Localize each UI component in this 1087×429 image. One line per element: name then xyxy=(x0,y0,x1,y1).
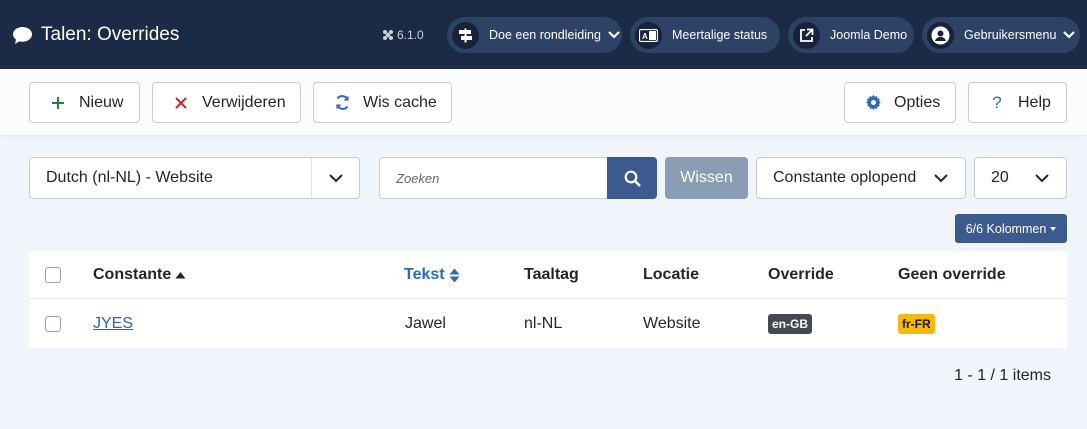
sync-icon xyxy=(332,94,352,111)
columns-toggle-button[interactable]: 6/6 Kolommen xyxy=(955,214,1067,243)
clear-cache-label: Wis cache xyxy=(363,93,437,111)
override-badge: en-GB xyxy=(768,314,812,334)
select-all-checkbox[interactable] xyxy=(45,267,61,283)
constant-cell: JYES xyxy=(93,300,133,348)
th-no-override: Geen override xyxy=(898,266,1006,283)
options-label: Opties xyxy=(894,93,941,111)
search-button[interactable] xyxy=(607,157,657,199)
svg-text:A: A xyxy=(642,32,648,41)
table-header-row: Constante Tekst Taaltag Locatie Override… xyxy=(29,251,1067,299)
override-cell: en-GB xyxy=(768,300,812,348)
sort-asc-icon xyxy=(175,272,186,279)
th-text-label: Tekst xyxy=(404,266,445,283)
clear-cache-button[interactable]: Wis cache xyxy=(313,82,452,123)
gear-icon xyxy=(863,94,883,111)
row-checkbox[interactable] xyxy=(45,316,61,332)
version-text: 6.1.0 xyxy=(397,28,424,42)
user-menu-label: Gebruikersmenu xyxy=(964,28,1057,42)
ordering-select[interactable]: Constante oplopend xyxy=(756,157,966,199)
language-icon: A xyxy=(635,21,662,49)
search-field[interactable] xyxy=(379,157,608,199)
help-button[interactable]: ? Help xyxy=(968,82,1067,123)
page-title-text: Talen: Overrides xyxy=(41,24,180,45)
page-title: Talen: Overrides xyxy=(12,22,179,48)
langtag-cell: nl-NL xyxy=(524,315,563,332)
multilingual-status-label: Meertalige status xyxy=(672,28,768,42)
times-icon xyxy=(171,96,191,109)
chevron-down-icon xyxy=(1063,31,1076,39)
th-constant-label: Constante xyxy=(93,266,172,283)
chevron-down-icon xyxy=(1018,158,1066,198)
list-limit-select[interactable]: 20 xyxy=(974,157,1067,199)
help-label: Help xyxy=(1018,93,1051,111)
site-preview-label: Joomla Demo xyxy=(830,28,908,42)
header-bar: Talen: Overrides 6.1.0 Doe een rondleidi… xyxy=(0,0,1087,69)
no-override-badge: fr-FR xyxy=(898,314,935,334)
guided-tour-label: Doe een rondleiding xyxy=(489,28,601,42)
th-override: Override xyxy=(768,266,834,283)
multilingual-status-button[interactable]: A Meertalige status xyxy=(630,17,780,53)
chevron-down-icon xyxy=(917,158,965,198)
table-row: JYES Jawel nl-NL Website en-GB fr-FR xyxy=(29,300,1067,348)
search-icon xyxy=(624,170,641,187)
overrides-table: Constante Tekst Taaltag Locatie Override… xyxy=(29,251,1067,348)
user-menu-button[interactable]: Gebruikersmenu xyxy=(922,17,1080,53)
joomla-logo-icon xyxy=(383,30,393,40)
clear-filters-button[interactable]: Wissen xyxy=(665,157,748,199)
delete-button-label: Verwijderen xyxy=(202,93,286,111)
th-langtag: Taaltag xyxy=(524,266,579,283)
comment-icon xyxy=(13,26,32,44)
th-text[interactable]: Tekst xyxy=(404,251,460,299)
options-button[interactable]: Opties xyxy=(844,82,956,123)
toolbar: Nieuw Verwijderen Wis cache Opties ? Hel… xyxy=(0,69,1087,135)
delete-button[interactable]: Verwijderen xyxy=(152,82,301,123)
location-cell: Website xyxy=(643,315,701,332)
external-link-icon xyxy=(793,21,820,49)
text-cell: Jawel xyxy=(405,315,446,332)
th-constant[interactable]: Constante xyxy=(93,251,186,299)
language-client-select[interactable]: Dutch (nl-NL) - Website xyxy=(29,157,360,199)
language-client-value: Dutch (nl-NL) - Website xyxy=(46,169,213,186)
chevron-down-icon xyxy=(311,158,359,198)
new-button-label: Nieuw xyxy=(79,93,124,111)
site-preview-button[interactable]: Joomla Demo xyxy=(788,17,914,53)
plus-icon xyxy=(48,96,68,110)
th-location: Locatie xyxy=(643,266,700,283)
caret-down-icon xyxy=(1050,226,1057,231)
version-info: 6.1.0 xyxy=(382,26,424,44)
list-limit-value: 20 xyxy=(991,169,1009,186)
guided-tour-button[interactable]: Doe een rondleiding xyxy=(447,17,622,53)
new-button[interactable]: Nieuw xyxy=(29,82,140,123)
no-override-cell: fr-FR xyxy=(898,300,935,348)
signpost-icon xyxy=(452,21,479,49)
sort-icon xyxy=(449,268,460,282)
chevron-down-icon xyxy=(608,31,620,39)
pagination-summary: 1 - 1 / 1 items xyxy=(954,367,1051,384)
search-input[interactable] xyxy=(396,170,608,186)
constant-link[interactable]: JYES xyxy=(93,315,133,333)
user-circle-icon xyxy=(927,21,954,49)
question-icon: ? xyxy=(992,92,1002,112)
row-select-cell xyxy=(45,300,61,348)
ordering-value: Constante oplopend xyxy=(773,169,917,186)
columns-toggle-label: 6/6 Kolommen xyxy=(965,221,1047,236)
select-all-cell xyxy=(45,251,61,299)
